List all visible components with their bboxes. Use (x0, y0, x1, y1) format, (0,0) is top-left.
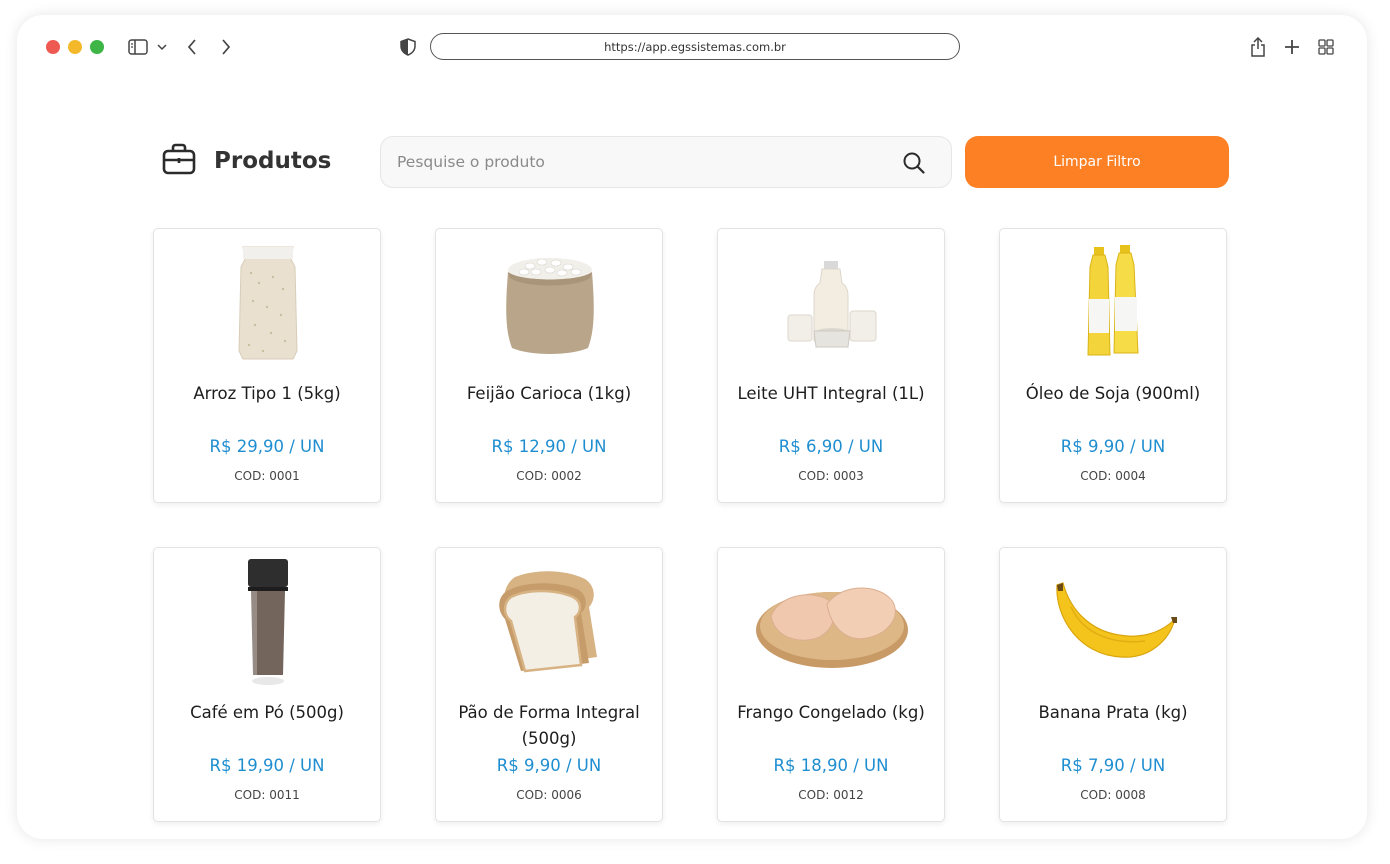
product-price: R$ 18,90 / UN (773, 756, 889, 775)
product-image-banana (1014, 556, 1214, 688)
product-card[interactable]: Óleo de Soja (900ml) R$ 9,90 / UN COD: 0… (999, 228, 1227, 503)
window-controls (46, 40, 104, 54)
product-code: COD: 0003 (798, 469, 864, 483)
product-name: Arroz Tipo 1 (5kg) (193, 384, 341, 403)
product-name: Leite UHT Integral (1L) (737, 384, 925, 403)
product-price: R$ 9,90 / UN (1060, 437, 1166, 456)
product-code: COD: 0011 (234, 788, 300, 802)
product-image-rice-bag (168, 237, 368, 369)
search-icon[interactable] (903, 152, 925, 178)
product-card[interactable]: Pão de Forma Integral (500g) R$ 9,90 / U… (435, 547, 663, 822)
product-card[interactable]: Arroz Tipo 1 (5kg) R$ 29,90 / UN COD: 00… (153, 228, 381, 503)
briefcase-icon (162, 143, 196, 179)
product-price: R$ 12,90 / UN (491, 437, 607, 456)
product-code: COD: 0012 (798, 788, 864, 802)
page-header: Produtos (162, 143, 331, 179)
product-image-bean-sack (450, 237, 650, 369)
address-bar[interactable]: https://app.egssistemas.com.br (430, 33, 960, 60)
product-name: Banana Prata (kg) (1038, 703, 1188, 722)
forward-icon[interactable] (214, 35, 238, 59)
product-price: R$ 29,90 / UN (209, 437, 325, 456)
search-box (380, 136, 952, 188)
product-name: Feijão Carioca (1kg) (466, 384, 632, 403)
chevron-down-icon[interactable] (150, 35, 174, 59)
product-price: R$ 6,90 / UN (778, 437, 884, 456)
product-card[interactable]: Frango Congelado (kg) R$ 18,90 / UN COD:… (717, 547, 945, 822)
minimize-window-button[interactable] (68, 40, 82, 54)
page-title: Produtos (214, 148, 332, 174)
product-card[interactable]: Feijão Carioca (1kg) R$ 12,90 / UN COD: … (435, 228, 663, 503)
product-code: COD: 0006 (516, 788, 582, 802)
browser-window: https://app.egssistemas.com.br Produtos … (17, 15, 1367, 839)
maximize-window-button[interactable] (90, 40, 104, 54)
product-name: Pão de Forma Integral (500g) (458, 703, 640, 748)
product-image-bread-slices (450, 556, 650, 688)
back-icon[interactable] (180, 35, 204, 59)
shield-icon[interactable] (396, 35, 420, 59)
product-name: Café em Pó (500g) (190, 703, 344, 722)
new-tab-icon[interactable] (1280, 35, 1304, 59)
clear-filter-button[interactable]: Limpar Filtro (965, 136, 1229, 188)
product-image-coffee-jar (168, 556, 368, 688)
product-card[interactable]: Café em Pó (500g) R$ 19,90 / UN COD: 001… (153, 547, 381, 822)
search-input[interactable] (397, 137, 877, 187)
product-image-oil-bottles (1014, 237, 1214, 369)
product-name: Óleo de Soja (900ml) (1025, 384, 1201, 403)
share-icon[interactable] (1246, 35, 1270, 59)
product-image-milk-bottle (732, 237, 932, 369)
product-image-chicken-board (732, 556, 932, 688)
sidebar-toggle-icon[interactable] (126, 35, 150, 59)
product-code: COD: 0002 (516, 469, 582, 483)
product-price: R$ 19,90 / UN (209, 756, 325, 775)
product-card[interactable]: Leite UHT Integral (1L) R$ 6,90 / UN COD… (717, 228, 945, 503)
product-code: COD: 0001 (234, 469, 300, 483)
close-window-button[interactable] (46, 40, 60, 54)
browser-toolbar: https://app.egssistemas.com.br (17, 15, 1367, 79)
tab-overview-icon[interactable] (1314, 35, 1338, 59)
product-code: COD: 0008 (1080, 788, 1146, 802)
product-price: R$ 7,90 / UN (1060, 756, 1166, 775)
product-price: R$ 9,90 / UN (496, 756, 602, 775)
product-code: COD: 0004 (1080, 469, 1146, 483)
product-name: Frango Congelado (kg) (737, 703, 925, 722)
product-grid: Arroz Tipo 1 (5kg) R$ 29,90 / UN COD: 00… (153, 228, 1229, 822)
product-card[interactable]: Banana Prata (kg) R$ 7,90 / UN COD: 0008 (999, 547, 1227, 822)
